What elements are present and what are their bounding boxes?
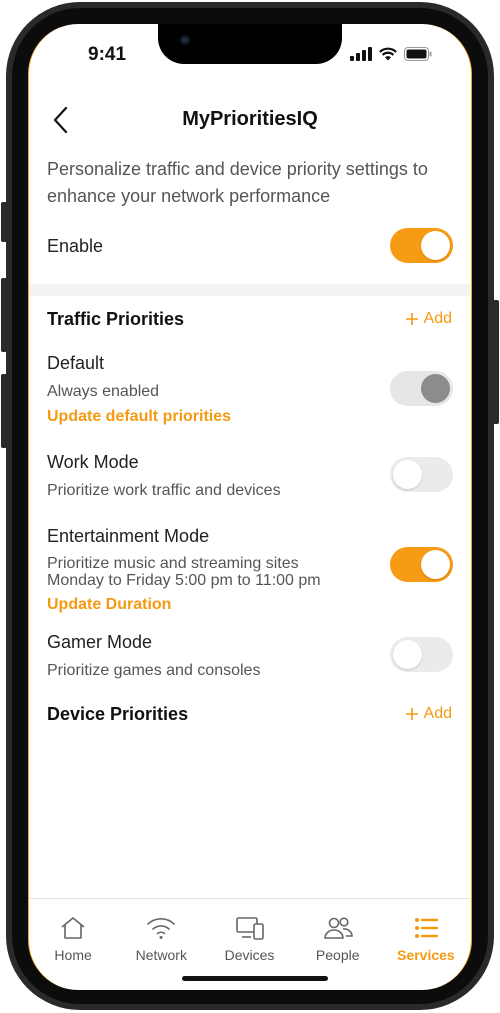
update-duration-link[interactable]: Update Duration: [47, 596, 171, 614]
page-description: Personalize traffic and device priority …: [47, 159, 428, 206]
entertainment-mode-toggle[interactable]: [390, 547, 453, 582]
tab-services[interactable]: Services: [382, 899, 470, 967]
enable-toggle[interactable]: [390, 228, 453, 263]
volume-up-button: [1, 278, 7, 352]
tab-devices[interactable]: Devices: [205, 899, 293, 967]
plus-icon: [405, 708, 418, 720]
tab-label: Network: [135, 947, 187, 963]
work-mode-label: Work Mode: [47, 452, 139, 472]
status-icons: [350, 46, 432, 62]
tab-bar: Home Network Devices People Services: [29, 898, 470, 967]
list-icon: [414, 918, 439, 938]
add-label: Add: [423, 310, 452, 327]
tab-label: Home: [54, 947, 92, 963]
home-icon: [61, 917, 85, 939]
home-indicator: [182, 976, 328, 981]
default-mode-toggle: [390, 371, 453, 406]
tab-label: Devices: [224, 947, 275, 963]
tab-label: Services: [397, 947, 455, 963]
gamer-mode-toggle[interactable]: [390, 637, 453, 672]
tab-home[interactable]: Home: [29, 899, 117, 967]
wifi-icon: [147, 918, 176, 939]
volume-down-button: [1, 374, 7, 448]
toggle-knob: [393, 640, 422, 669]
status-time: 9:41: [88, 44, 127, 65]
tab-people[interactable]: People: [294, 899, 382, 967]
tab-label: People: [315, 947, 360, 963]
devices-icon: [235, 917, 264, 940]
work-mode-toggle[interactable]: [390, 457, 453, 492]
default-mode-label: Default: [47, 353, 105, 373]
default-mode-subtitle: Always enabled: [47, 383, 160, 400]
mute-switch: [1, 202, 7, 242]
entertainment-mode-label: Entertainment Mode: [47, 526, 210, 546]
header: MyPrioritiesIQ: [28, 100, 472, 140]
plus-icon: [405, 313, 418, 325]
battery-icon: [404, 47, 432, 61]
section-divider: [29, 284, 470, 296]
work-mode-subtitle: Prioritize work traffic and devices: [47, 482, 281, 499]
add-label: Add: [423, 705, 452, 722]
toggle-knob: [421, 374, 450, 403]
device-priorities-title: Device Priorities: [47, 704, 189, 724]
enable-label: Enable: [47, 236, 104, 256]
update-default-priorities-link[interactable]: Update default priorities: [47, 408, 231, 426]
toggle-knob: [393, 460, 422, 489]
wifi-status-icon: [379, 47, 397, 61]
entertainment-mode-subtitle: Prioritize music and streaming sites: [47, 555, 299, 572]
entertainment-mode-schedule: Monday to Friday 5:00 pm to 11:00 pm: [47, 572, 321, 589]
add-device-priority-button[interactable]: Add: [405, 705, 452, 723]
gamer-mode-subtitle: Prioritize games and consoles: [47, 662, 261, 679]
page-title: MyPrioritiesIQ: [182, 108, 318, 130]
tab-network[interactable]: Network: [117, 899, 205, 967]
cellular-signal-icon: [350, 47, 372, 61]
add-traffic-priority-button[interactable]: Add: [405, 310, 452, 328]
power-button: [493, 300, 499, 424]
toggle-knob: [421, 550, 450, 579]
notch: [158, 24, 342, 64]
people-icon: [323, 917, 353, 939]
traffic-priorities-title: Traffic Priorities: [47, 309, 185, 329]
camera: [180, 35, 190, 45]
toggle-knob: [421, 231, 450, 260]
gamer-mode-label: Gamer Mode: [47, 632, 153, 652]
